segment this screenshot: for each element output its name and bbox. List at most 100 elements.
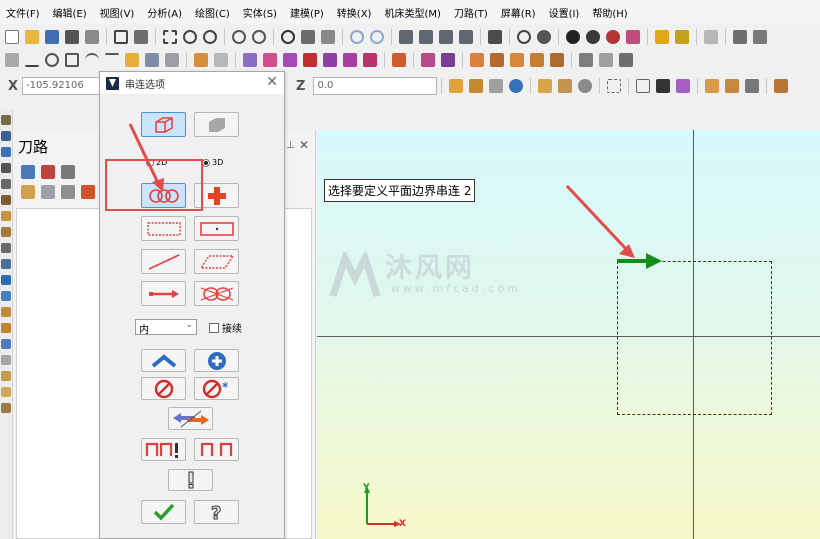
grid-icon[interactable] xyxy=(421,53,435,67)
toolpath-grid-icon[interactable] xyxy=(1,339,11,349)
deselect-ops-icon[interactable] xyxy=(41,165,55,179)
menu-settings[interactable]: 设置(I) xyxy=(549,5,580,20)
select-all-ops-icon[interactable] xyxy=(21,165,35,179)
trim-icon[interactable] xyxy=(194,53,208,67)
view-iso-icon[interactable] xyxy=(459,30,473,44)
menu-toolpaths[interactable]: 刀路(T) xyxy=(454,5,488,20)
table-icon[interactable] xyxy=(470,53,484,67)
open-file-icon[interactable] xyxy=(25,30,39,44)
fixture-icon[interactable] xyxy=(619,53,633,67)
tag-icon[interactable] xyxy=(530,53,544,67)
material-icon[interactable] xyxy=(606,30,620,44)
rotate-icon[interactable] xyxy=(281,30,295,44)
menu-machine-type[interactable]: 机床类型(M) xyxy=(384,5,440,20)
menu-analyze[interactable]: 分析(A) xyxy=(147,5,182,20)
undo-icon[interactable] xyxy=(350,30,364,44)
print-preview-icon[interactable] xyxy=(85,30,99,44)
options-button[interactable] xyxy=(141,438,186,461)
break-icon[interactable] xyxy=(243,53,257,67)
verify-icon[interactable] xyxy=(774,79,789,93)
add-chain-button[interactable] xyxy=(194,349,239,372)
zoom-window-icon[interactable] xyxy=(163,30,177,44)
menu-solids[interactable]: 实体(S) xyxy=(243,5,277,20)
menu-draw[interactable]: 绘图(C) xyxy=(195,5,230,20)
fillet-icon[interactable] xyxy=(125,53,139,67)
translucency-icon[interactable] xyxy=(586,30,600,44)
body-select-icon[interactable] xyxy=(745,79,760,93)
pan-icon[interactable] xyxy=(321,30,335,44)
move-icon[interactable] xyxy=(303,53,317,67)
fit-screen-icon[interactable] xyxy=(114,30,128,44)
radio-3d[interactable]: 3D xyxy=(202,158,223,167)
line-width-icon[interactable] xyxy=(675,30,689,44)
ok-button[interactable] xyxy=(141,500,186,524)
quick-mask-icon[interactable] xyxy=(676,79,691,93)
move-down-icon[interactable] xyxy=(81,185,95,199)
toolpath-backplot-icon[interactable] xyxy=(1,163,11,173)
line-style-icon[interactable] xyxy=(655,30,669,44)
point-icon[interactable] xyxy=(5,53,19,67)
polygon-button[interactable] xyxy=(194,249,239,274)
modify-icon[interactable] xyxy=(283,53,297,67)
toolpath-facing-icon[interactable] xyxy=(1,307,11,317)
regenerate-icon[interactable] xyxy=(61,165,75,179)
dynamic-rotate-icon[interactable] xyxy=(301,30,315,44)
refresh-icon[interactable] xyxy=(578,79,593,93)
toolpath-contour-icon[interactable] xyxy=(1,275,11,285)
rectangle-icon[interactable] xyxy=(65,53,79,67)
panel-close-icon[interactable]: ✕ xyxy=(299,138,309,152)
toolpath-drill-icon[interactable] xyxy=(1,259,11,269)
solid-mode-button[interactable] xyxy=(194,112,239,137)
box-select-icon[interactable] xyxy=(636,79,651,93)
toolpath-post-icon[interactable] xyxy=(1,179,11,189)
pin-icon[interactable]: ⊥ xyxy=(286,140,295,151)
color-icon[interactable] xyxy=(566,30,580,44)
toolpath-mill-icon[interactable] xyxy=(1,115,11,125)
new-file-icon[interactable] xyxy=(5,30,19,44)
post-icon[interactable] xyxy=(61,185,75,199)
toolpath-verify-icon[interactable] xyxy=(1,147,11,157)
check-geometry-icon[interactable] xyxy=(733,30,747,44)
mirror-icon[interactable] xyxy=(343,53,357,67)
chamfer-icon[interactable] xyxy=(145,53,159,67)
solid-select-icon[interactable] xyxy=(705,79,720,93)
toolpath-3d-icon[interactable] xyxy=(1,211,11,221)
menu-file[interactable]: 文件(F) xyxy=(6,5,40,20)
dimension-icon[interactable] xyxy=(704,30,718,44)
scale-icon[interactable] xyxy=(323,53,337,67)
print-icon[interactable] xyxy=(65,30,79,44)
unselect-all-button[interactable]: * xyxy=(194,377,239,400)
continue-checkbox[interactable]: 接续 xyxy=(209,320,242,335)
autocursor-icon[interactable] xyxy=(469,79,484,93)
view-front-icon[interactable] xyxy=(419,30,433,44)
save-icon[interactable] xyxy=(45,30,59,44)
graphics-viewport[interactable]: 选择要定义平面边界串连 2 沐风网 www.mfcad.com Y X xyxy=(317,130,820,539)
zoom-target-icon[interactable] xyxy=(183,30,197,44)
fast-point-icon[interactable] xyxy=(449,79,464,93)
pointer-icon[interactable] xyxy=(550,53,564,67)
zoom-in-icon[interactable] xyxy=(203,30,217,44)
autocursor-settings-icon[interactable] xyxy=(489,79,504,93)
wireframe-icon[interactable] xyxy=(517,30,531,44)
help-button[interactable]: ? xyxy=(194,500,239,524)
layer-icon[interactable] xyxy=(490,53,504,67)
toolpath-transform-icon[interactable] xyxy=(1,387,11,397)
menu-screen[interactable]: 屏幕(R) xyxy=(501,5,536,20)
line-icon[interactable] xyxy=(25,53,39,67)
delete-icon[interactable] xyxy=(214,53,228,67)
z-coordinate-input[interactable]: 0.0 xyxy=(313,77,438,95)
shaded-icon[interactable] xyxy=(537,30,551,44)
reverse-button[interactable] xyxy=(168,407,213,430)
toolpath-blend-icon[interactable] xyxy=(1,323,11,333)
warning-button[interactable] xyxy=(168,469,213,491)
menu-help[interactable]: 帮助(H) xyxy=(592,5,627,20)
machine-icon[interactable] xyxy=(579,53,593,67)
chained-rectangle[interactable] xyxy=(617,261,772,415)
circle-icon[interactable] xyxy=(45,53,59,67)
redo-icon[interactable] xyxy=(370,30,384,44)
arc-icon[interactable] xyxy=(85,53,99,67)
spline-icon[interactable] xyxy=(105,53,119,67)
end-chain-button[interactable] xyxy=(194,438,239,461)
toggle-display-icon[interactable] xyxy=(41,185,55,199)
translate-icon[interactable] xyxy=(363,53,377,67)
